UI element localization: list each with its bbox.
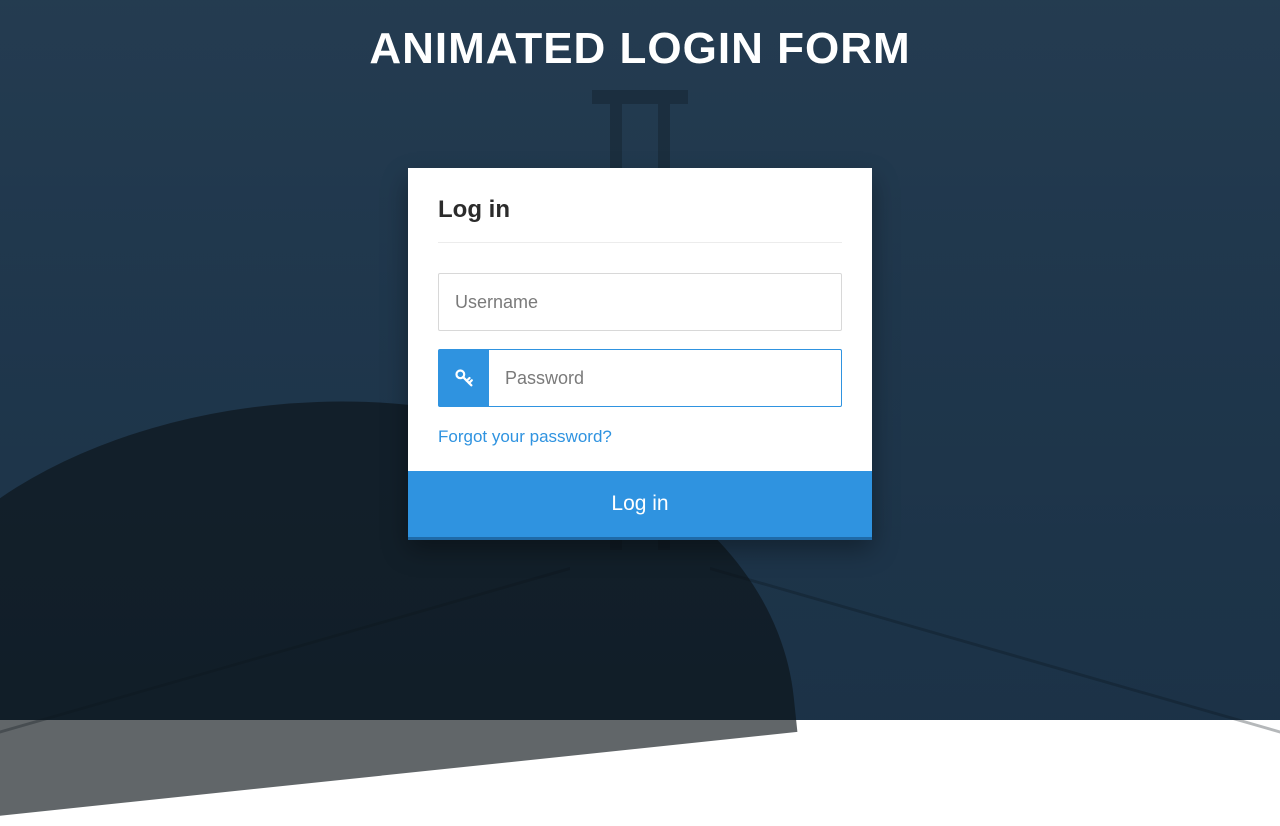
key-icon	[439, 350, 489, 406]
login-button[interactable]: Log in	[408, 471, 872, 537]
card-title: Log in	[438, 196, 842, 243]
page-title: ANIMATED LOGIN FORM	[0, 24, 1280, 74]
bridge-cable	[710, 567, 1280, 791]
username-field-wrapper	[438, 273, 842, 331]
login-card: Log in Forgot your password?	[408, 168, 872, 537]
username-input[interactable]	[439, 274, 841, 330]
password-field-wrapper	[438, 349, 842, 407]
password-input[interactable]	[489, 350, 841, 406]
forgot-password-link[interactable]: Forgot your password?	[438, 427, 612, 447]
submit-bar: Log in	[408, 471, 872, 537]
